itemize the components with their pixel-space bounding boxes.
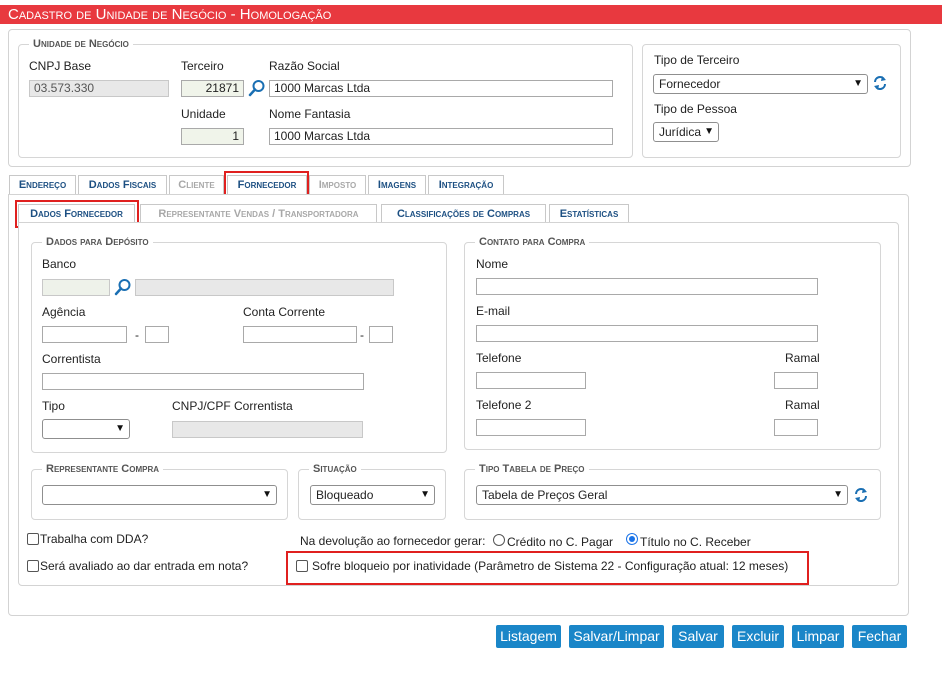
agencia-dash: -	[135, 328, 139, 342]
banco-code-field[interactable]	[42, 279, 110, 296]
chevron-down-icon: ▼	[115, 423, 125, 434]
tipo-pessoa-value: Jurídica	[659, 125, 702, 139]
fechar-button[interactable]: Fechar	[852, 625, 907, 648]
cnpj-label: CNPJ Base	[29, 59, 92, 73]
credito-radio[interactable]	[493, 534, 505, 546]
unidade-legend: Unidade de Negócio	[29, 37, 133, 51]
devolucao-label: Na devolução ao fornecedor gerar:	[300, 534, 486, 548]
nome-field[interactable]	[476, 278, 818, 295]
credito-label: Crédito no C. Pagar	[507, 535, 614, 549]
ramal2-label: Ramal	[785, 398, 820, 412]
fantasia-label: Nome Fantasia	[269, 107, 351, 121]
telefone2-label: Telefone 2	[476, 398, 532, 412]
telefone-field[interactable]	[476, 372, 586, 389]
telefone-label: Telefone	[476, 351, 522, 365]
banco-label: Banco	[42, 257, 77, 271]
correntista-field[interactable]	[42, 373, 364, 390]
ramal2-field[interactable]	[774, 419, 818, 436]
subtab-representante[interactable]: Representante Vendas / Transportadora	[140, 204, 377, 223]
terceiro-field[interactable]: 21871	[181, 80, 244, 97]
search-icon[interactable]	[114, 278, 132, 296]
tipo-pessoa-select[interactable]: Jurídica ▼	[653, 122, 719, 142]
bloqueio-label: Sofre bloqueio por inatividade (Parâmetr…	[312, 559, 789, 573]
email-field[interactable]	[476, 325, 818, 342]
avaliado-checkbox[interactable]	[27, 560, 39, 572]
subtab-classificacoes[interactable]: Classificações de Compras	[381, 204, 546, 223]
ramal-label: Ramal	[785, 351, 820, 365]
chevron-down-icon: ▼	[833, 489, 843, 500]
conta-dash: -	[360, 328, 364, 342]
tab-endereco[interactable]: Endereço	[9, 175, 76, 194]
tipo-conta-select[interactable]: ▼	[42, 419, 130, 439]
tabela-select[interactable]: Tabela de Preços Geral ▼	[476, 485, 848, 505]
nome-label: Nome	[476, 257, 509, 271]
chevron-down-icon: ▼	[853, 78, 863, 89]
tab-imposto[interactable]: Imposto	[309, 175, 366, 194]
situacao-value: Bloqueado	[316, 488, 374, 502]
tab-dados-fiscais[interactable]: Dados Fiscais	[78, 175, 167, 194]
titulo-radio[interactable]	[626, 533, 638, 545]
situacao-legend: Situação	[309, 462, 361, 476]
listagem-button[interactable]: Listagem	[496, 625, 561, 648]
cnpjcpf-field	[172, 421, 363, 438]
chevron-down-icon: ▼	[262, 489, 272, 500]
razao-label: Razão Social	[269, 59, 340, 73]
situacao-select[interactable]: Bloqueado ▼	[310, 485, 435, 505]
tipo-conta-label: Tipo	[42, 399, 65, 413]
refresh-icon[interactable]	[853, 487, 869, 503]
email-label: E-mail	[476, 304, 511, 318]
unidade-field[interactable]: 1	[181, 128, 244, 145]
cnpjcpf-label: CNPJ/CPF Correntista	[172, 399, 293, 413]
deposito-legend: Dados para Depósito	[42, 235, 153, 249]
agencia-field[interactable]	[42, 326, 127, 343]
subtab-estatisticas[interactable]: Estatísticas	[549, 204, 629, 223]
dda-checkbox[interactable]	[27, 533, 39, 545]
contato-legend: Contato para Compra	[475, 235, 590, 249]
terceiro-label: Terceiro	[181, 59, 224, 73]
telefone2-field[interactable]	[476, 419, 586, 436]
tipo-terceiro-label: Tipo de Terceiro	[654, 53, 740, 67]
fantasia-field[interactable]: 1000 Marcas Ltda	[269, 128, 613, 145]
tab-imagens[interactable]: Imagens	[368, 175, 426, 194]
tab-integracao[interactable]: Integração	[428, 175, 504, 194]
agencia-digit-field[interactable]	[145, 326, 169, 343]
conta-field[interactable]	[243, 326, 357, 343]
avaliado-label: Será avaliado ao dar entrada em nota?	[40, 559, 249, 573]
representante-legend: Representante Compra	[42, 462, 164, 476]
conta-label: Conta Corrente	[243, 305, 326, 319]
tabela-legend: Tipo Tabela de Preço	[475, 462, 589, 476]
titulo-label: Título no C. Receber	[640, 535, 751, 549]
tipo-terceiro-select[interactable]: Fornecedor ▼	[653, 74, 868, 94]
excluir-button[interactable]: Excluir	[732, 625, 784, 648]
conta-digit-field[interactable]	[369, 326, 393, 343]
banco-name-field	[135, 279, 394, 296]
window-title: Cadastro de Unidade de Negócio - Homolog…	[0, 5, 942, 24]
dda-label: Trabalha com DDA?	[40, 532, 149, 546]
chevron-down-icon: ▼	[420, 489, 430, 500]
salvar-button[interactable]: Salvar	[672, 625, 724, 648]
razao-field[interactable]: 1000 Marcas Ltda	[269, 80, 613, 97]
tab-cliente[interactable]: Cliente	[169, 175, 224, 194]
tabela-value: Tabela de Preços Geral	[482, 488, 608, 502]
agencia-label: Agência	[42, 305, 86, 319]
salvar-limpar-button[interactable]: Salvar/Limpar	[569, 625, 664, 648]
bloqueio-checkbox[interactable]	[296, 560, 308, 572]
unidade-label: Unidade	[181, 107, 226, 121]
tipo-terceiro-value: Fornecedor	[659, 77, 721, 91]
correntista-label: Correntista	[42, 352, 101, 366]
ramal-field[interactable]	[774, 372, 818, 389]
limpar-button[interactable]: Limpar	[792, 625, 844, 648]
search-icon[interactable]	[248, 79, 266, 97]
representante-select[interactable]: ▼	[42, 485, 277, 505]
chevron-down-icon: ▼	[704, 126, 714, 137]
tipo-pessoa-label: Tipo de Pessoa	[654, 102, 737, 116]
refresh-icon[interactable]	[872, 75, 888, 91]
cnpj-field[interactable]: 03.573.330	[29, 80, 169, 97]
